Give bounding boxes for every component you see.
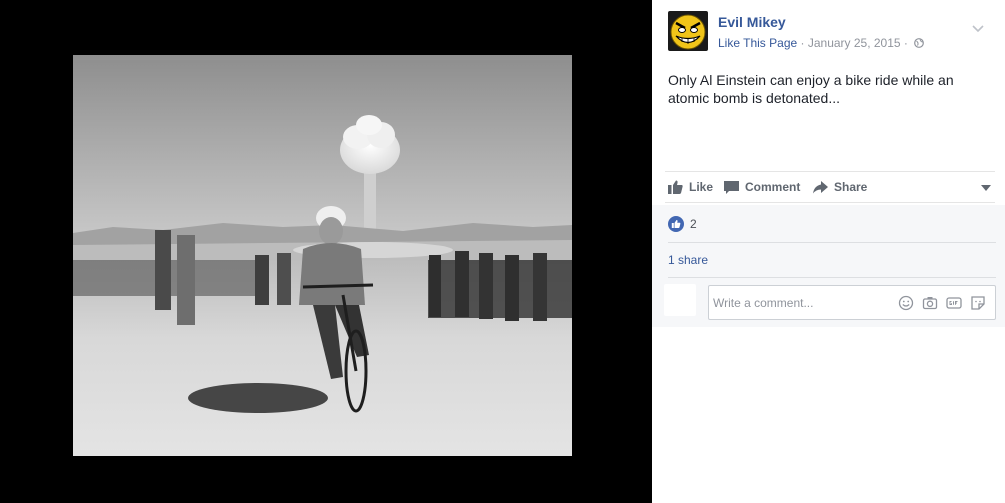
share-label: Share <box>834 180 868 194</box>
photo-image <box>73 55 572 456</box>
share-count-link[interactable]: 1 share <box>668 253 708 267</box>
like-label: Like <box>689 180 714 194</box>
meta-separator-2: · <box>900 36 912 50</box>
thumbs-up-icon <box>668 180 683 194</box>
camera-icon[interactable] <box>922 295 938 311</box>
post-photo[interactable] <box>73 55 572 456</box>
post-sidebar: Evil Mikey Like This Page · January 25, … <box>652 0 1005 503</box>
sticker-icon[interactable] <box>970 295 986 311</box>
reaction-count: 2 <box>690 217 697 231</box>
page-avatar[interactable] <box>668 11 708 51</box>
commenter-avatar <box>664 284 696 316</box>
post-date[interactable]: January 25, 2015 <box>808 36 901 50</box>
post-meta: Like This Page · January 25, 2015 · <box>718 36 925 50</box>
like-reaction-icon <box>668 216 684 232</box>
reaction-summary[interactable]: 2 <box>668 216 697 232</box>
share-button[interactable]: Share <box>813 180 867 194</box>
page-name[interactable]: Evil Mikey <box>718 14 786 30</box>
like-button[interactable]: Like <box>668 180 713 194</box>
chevron-down-icon[interactable] <box>972 25 984 33</box>
photo-viewer <box>0 0 652 503</box>
comment-placeholder: Write a comment... <box>713 296 814 310</box>
comment-input[interactable]: Write a comment... <box>708 285 996 320</box>
like-page-link[interactable]: Like This Page <box>718 36 797 50</box>
post-message: Only Al Einstein can enjoy a bike ride w… <box>668 72 954 106</box>
globe-icon[interactable] <box>914 38 925 48</box>
feedback-section: 2 1 share Write a comment... <box>652 205 1005 327</box>
divider <box>668 277 996 278</box>
post-header: Evil Mikey Like This Page · January 25, … <box>668 11 998 53</box>
divider <box>668 242 996 243</box>
gif-icon[interactable] <box>946 295 962 311</box>
comment-label: Comment <box>745 180 801 194</box>
share-arrow-icon <box>813 180 828 193</box>
sidebar-empty-area <box>652 327 1005 503</box>
comment-button[interactable]: Comment <box>724 180 800 194</box>
meta-separator: · <box>797 36 808 50</box>
emoji-icon[interactable] <box>898 295 914 311</box>
post-actions: Like Comment Share <box>665 171 995 203</box>
evil-smiley-avatar-icon <box>668 11 708 51</box>
speech-bubble-icon <box>724 180 739 194</box>
chevron-down-icon[interactable] <box>981 185 991 191</box>
